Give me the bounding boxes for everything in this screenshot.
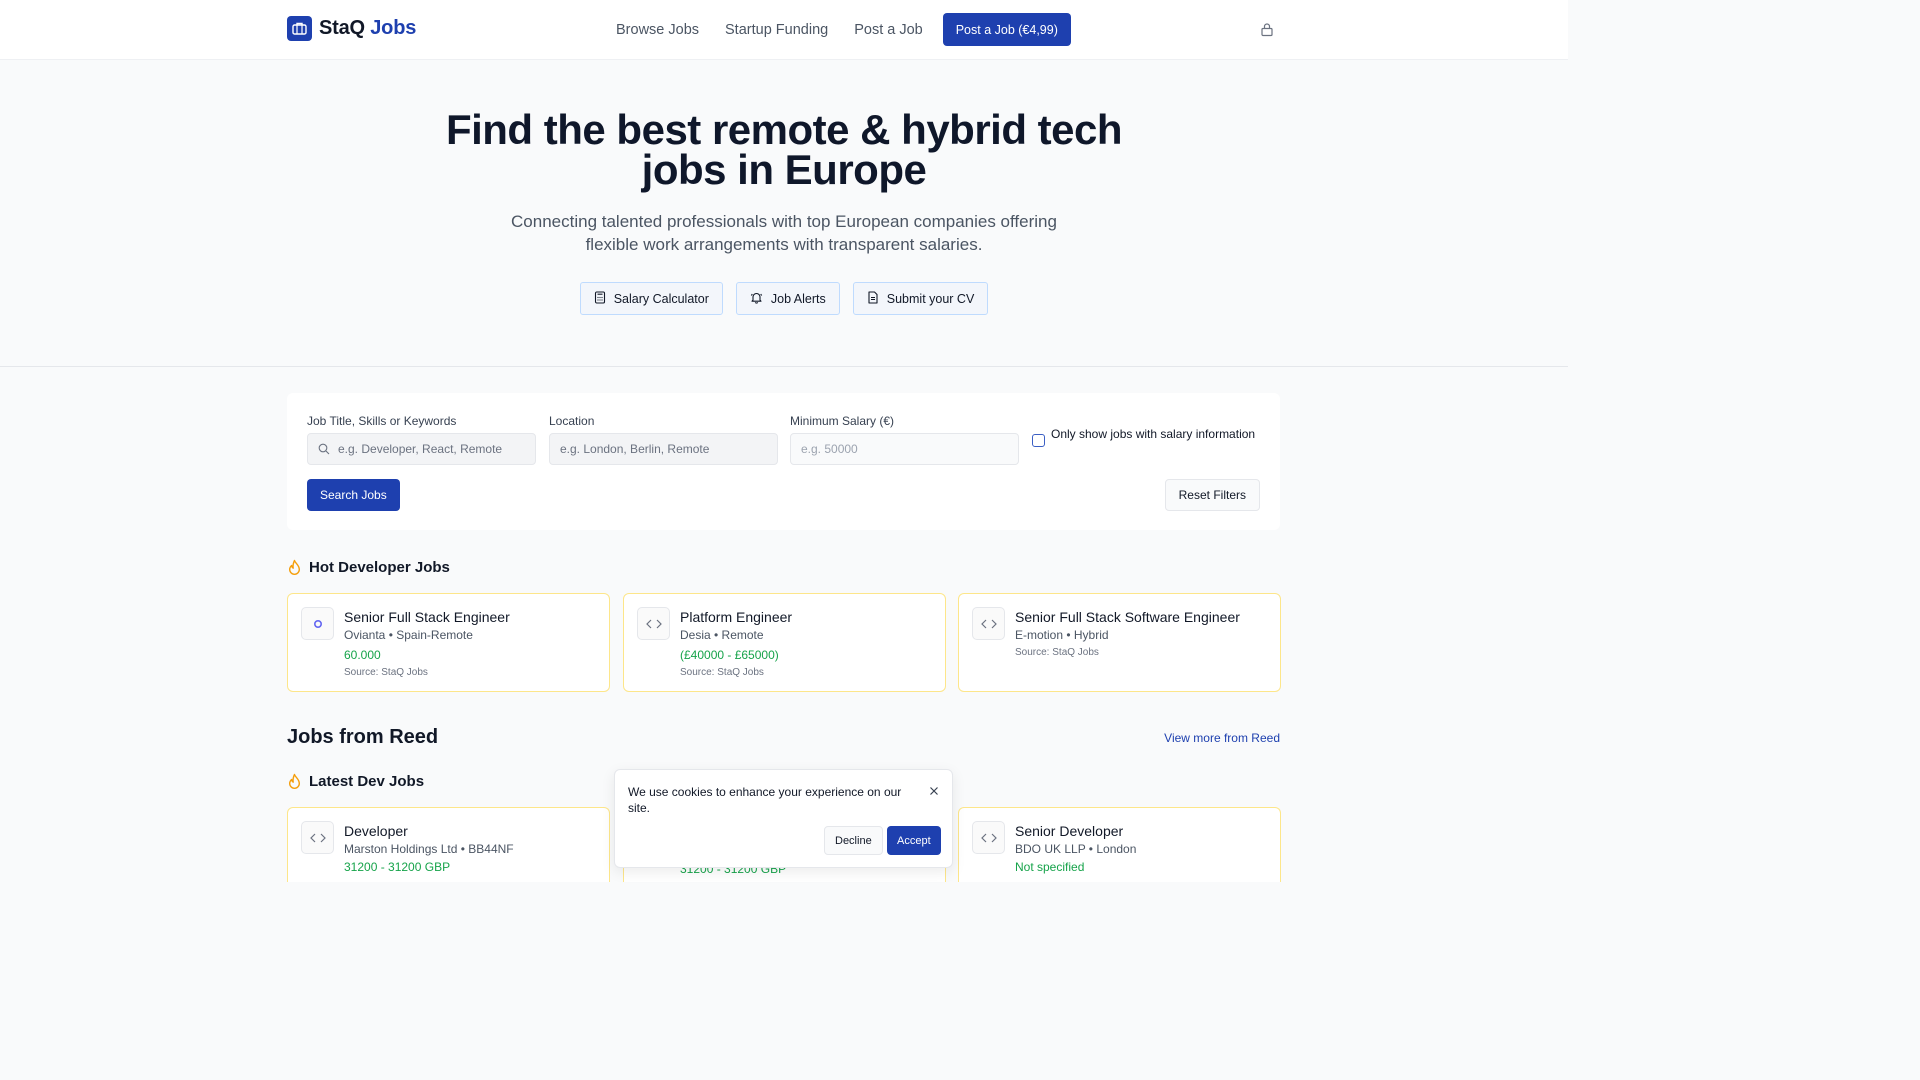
close-icon[interactable] xyxy=(929,783,939,801)
search-icon xyxy=(318,443,330,455)
location-placeholder: e.g. London, Berlin, Remote xyxy=(560,442,710,456)
job-card[interactable]: Platform Engineer Desia • Remote (£40000… xyxy=(623,593,946,692)
latest-jobs-title: Latest Dev Jobs xyxy=(309,773,425,790)
salary-info-checkbox[interactable] xyxy=(1032,434,1045,447)
search-jobs-button[interactable]: Search Jobs xyxy=(307,479,400,511)
submit-cv-label: Submit your CV xyxy=(886,291,975,306)
briefcase-icon xyxy=(287,16,312,41)
job-title[interactable]: Developer xyxy=(344,822,599,840)
logo-text-accent: Jobs xyxy=(370,17,417,39)
code-icon xyxy=(637,607,670,640)
salary-calculator-label: Salary Calculator xyxy=(613,291,709,306)
site-header: StaQ Jobs Browse Jobs Startup Funding Po… xyxy=(0,0,1568,60)
flame-icon xyxy=(287,773,302,790)
hero-subtitle: Connecting talented professionals with t… xyxy=(511,212,1057,254)
salary-info-filter: Only show jobs with salary information xyxy=(1032,427,1262,447)
nav-browse-jobs[interactable]: Browse Jobs xyxy=(616,14,699,46)
cookie-banner: We use cookies to enhance your experienc… xyxy=(614,769,953,868)
logo[interactable]: StaQ Jobs xyxy=(287,16,416,41)
salary-label: Minimum Salary (€) xyxy=(790,414,895,428)
cookie-accept-button[interactable]: Accept xyxy=(887,826,941,855)
salary-placeholder: e.g. 50000 xyxy=(801,442,858,456)
hero-actions: Salary Calculator Job Alerts Submit your… xyxy=(0,282,1568,315)
main-nav: Browse Jobs Startup Funding Post a Job P… xyxy=(616,13,1071,46)
job-alerts-label: Job Alerts xyxy=(770,291,826,306)
search-filters: Job Title, Skills or Keywords e.g. Devel… xyxy=(287,393,1280,530)
cookie-decline-button[interactable]: Decline xyxy=(824,826,883,855)
keyword-placeholder: e.g. Developer, React, Remote xyxy=(338,442,503,456)
job-title[interactable]: Senior Developer xyxy=(1015,822,1270,840)
job-company-location: Desia • Remote xyxy=(680,628,764,642)
calculator-icon xyxy=(594,290,606,307)
job-title[interactable]: Senior Full Stack Engineer xyxy=(344,608,599,626)
salary-calculator-button[interactable]: Salary Calculator xyxy=(579,282,723,315)
job-card[interactable]: Senior Developer BDO UK LLP • London Not… xyxy=(958,807,1281,882)
job-salary: (£40000 - £65000) xyxy=(680,648,779,662)
job-title[interactable]: Senior Full Stack Software Engineer xyxy=(1015,608,1270,626)
job-card[interactable]: Senior Full Stack Software Engineer E-mo… xyxy=(958,593,1281,692)
keyword-label: Job Title, Skills or Keywords xyxy=(307,414,457,428)
bell-icon xyxy=(750,291,763,307)
location-label: Location xyxy=(549,414,595,428)
job-company-location: Marston Holdings Ltd • BB44NF xyxy=(344,842,514,856)
hot-jobs-heading: Hot Developer Jobs xyxy=(287,559,450,576)
job-salary: 60.000 xyxy=(344,648,381,662)
code-icon xyxy=(301,821,334,854)
company-logo-icon xyxy=(301,607,334,640)
job-company-location: E-motion • Hybrid xyxy=(1015,628,1109,642)
job-card[interactable]: Developer Marston Holdings Ltd • BB44NF … xyxy=(287,807,610,882)
hero-section: Find the best remote & hybrid tech jobs … xyxy=(0,60,1568,367)
code-icon xyxy=(972,821,1005,854)
job-card[interactable]: Senior Full Stack Engineer Ovianta • Spa… xyxy=(287,593,610,692)
submit-cv-button[interactable]: Submit your CV xyxy=(852,282,989,315)
job-company-location: BDO UK LLP • London xyxy=(1015,842,1137,856)
lock-icon[interactable] xyxy=(1260,22,1274,42)
job-salary: Not specified xyxy=(1015,860,1085,874)
job-source: Source: StaQ Jobs xyxy=(344,667,428,678)
hero-title: Find the best remote & hybrid tech jobs … xyxy=(445,106,1123,193)
job-alerts-button[interactable]: Job Alerts xyxy=(735,282,840,315)
job-salary: 31200 - 31200 GBP xyxy=(344,860,451,874)
logo-text: StaQ xyxy=(319,17,365,39)
flame-icon xyxy=(287,559,302,576)
job-source: Source: StaQ Jobs xyxy=(1015,647,1099,658)
cookie-message: We use cookies to enhance your experienc… xyxy=(628,785,902,815)
keyword-input[interactable]: e.g. Developer, React, Remote xyxy=(307,433,536,465)
salary-info-checkbox-label: Only show jobs with salary information xyxy=(1051,427,1256,441)
job-title[interactable]: Platform Engineer xyxy=(680,608,935,626)
view-more-reed-link[interactable]: View more from Reed xyxy=(1164,731,1280,745)
min-salary-input[interactable]: e.g. 50000 xyxy=(790,433,1019,465)
hot-jobs-title: Hot Developer Jobs xyxy=(309,559,450,576)
latest-jobs-heading: Latest Dev Jobs xyxy=(287,773,424,790)
code-icon xyxy=(972,607,1005,640)
document-icon xyxy=(867,290,879,307)
reset-filters-button[interactable]: Reset Filters xyxy=(1164,479,1260,511)
job-company-location: Ovianta • Spain-Remote xyxy=(344,628,473,642)
reed-section-title: Jobs from Reed xyxy=(287,726,439,748)
job-source: Source: StaQ Jobs xyxy=(680,667,764,678)
nav-startup-funding[interactable]: Startup Funding xyxy=(725,14,828,46)
nav-post-a-job[interactable]: Post a Job xyxy=(854,14,923,46)
post-job-button[interactable]: Post a Job (€4,99) xyxy=(942,13,1071,46)
location-input[interactable]: e.g. London, Berlin, Remote xyxy=(549,433,778,465)
